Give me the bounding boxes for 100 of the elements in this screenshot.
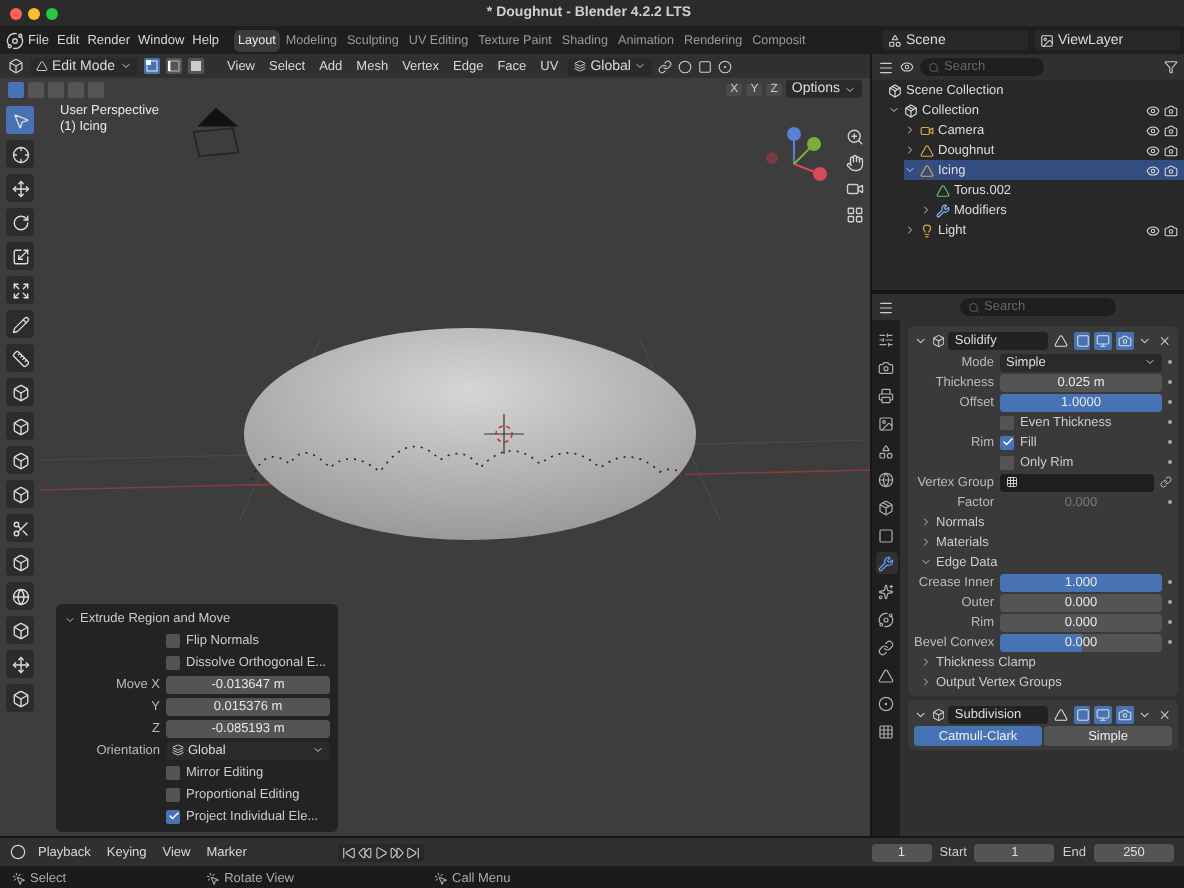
camera-icon[interactable] xyxy=(1164,123,1178,137)
chevron-down-icon[interactable] xyxy=(914,707,928,721)
link-icon[interactable] xyxy=(658,59,673,73)
chevron-down-icon[interactable] xyxy=(888,104,900,116)
tool-button[interactable] xyxy=(6,174,34,202)
circle-dot-icon[interactable] xyxy=(718,59,733,73)
grid-icon[interactable] xyxy=(846,206,864,224)
rewind-icon[interactable] xyxy=(358,845,373,859)
tool-button[interactable] xyxy=(6,208,34,236)
tool-button[interactable] xyxy=(6,684,34,712)
eye-icon[interactable] xyxy=(1146,223,1160,237)
eye-icon[interactable] xyxy=(1146,123,1160,137)
tool-button[interactable] xyxy=(6,344,34,372)
close-button[interactable] xyxy=(10,7,22,19)
tool-button[interactable] xyxy=(6,412,34,440)
properties-tab[interactable] xyxy=(875,608,897,630)
properties-tab[interactable] xyxy=(875,328,897,350)
close-icon[interactable] xyxy=(1158,333,1173,347)
eye-icon[interactable] xyxy=(900,60,914,74)
checkbox[interactable] xyxy=(1000,415,1014,429)
play-icon[interactable] xyxy=(374,845,389,859)
properties-tab[interactable] xyxy=(875,692,897,714)
select-mode-button[interactable] xyxy=(165,58,182,74)
camera-icon[interactable] xyxy=(1164,223,1178,237)
properties-tab[interactable] xyxy=(875,636,897,658)
skip-back-icon[interactable] xyxy=(342,845,357,859)
minimize-button[interactable] xyxy=(28,7,40,19)
checkbox[interactable] xyxy=(1000,455,1014,469)
properties-tab[interactable] xyxy=(875,524,897,546)
properties-tab[interactable] xyxy=(875,412,897,434)
properties-tab[interactable] xyxy=(875,496,897,518)
tool-button[interactable] xyxy=(6,140,34,168)
tool-button[interactable] xyxy=(6,378,34,406)
tool-button[interactable] xyxy=(6,582,34,610)
chevron-down-icon[interactable] xyxy=(914,333,928,347)
properties-tab[interactable] xyxy=(875,664,897,686)
eye-icon[interactable] xyxy=(1146,143,1160,157)
video-camera-icon[interactable] xyxy=(846,180,864,198)
triangle-icon xyxy=(1054,333,1069,347)
eye-icon[interactable] xyxy=(1146,163,1160,177)
chevron-right-icon[interactable] xyxy=(904,224,916,236)
properties-tab[interactable] xyxy=(875,720,897,742)
checkbox[interactable] xyxy=(166,787,180,801)
filter-icon[interactable] xyxy=(1164,60,1178,74)
checkbox[interactable] xyxy=(166,655,180,669)
chevron-down-icon[interactable] xyxy=(904,164,916,176)
properties-tab[interactable] xyxy=(875,356,897,378)
menu-icon[interactable] xyxy=(878,299,894,315)
hand-icon[interactable] xyxy=(846,154,864,172)
tool-button[interactable] xyxy=(6,480,34,508)
link-icon[interactable] xyxy=(1160,476,1172,488)
fast-forward-icon[interactable] xyxy=(390,845,405,859)
tool-button[interactable] xyxy=(6,310,34,338)
eye-icon[interactable] xyxy=(1146,103,1160,117)
tool-button[interactable] xyxy=(6,616,34,644)
skip-forward-icon[interactable] xyxy=(406,845,421,859)
properties-tab[interactable] xyxy=(875,552,897,574)
tool-button[interactable] xyxy=(6,548,34,576)
toggle-button[interactable] xyxy=(1094,705,1113,723)
properties-tab[interactable] xyxy=(875,384,897,406)
search-icon xyxy=(928,61,940,73)
toggle-button[interactable] xyxy=(1094,331,1113,349)
toggle-button[interactable] xyxy=(1052,705,1070,723)
logo-icon[interactable] xyxy=(6,31,24,49)
chevron-right-icon[interactable] xyxy=(904,124,916,136)
circle-icon[interactable] xyxy=(678,59,693,73)
checkbox[interactable] xyxy=(166,809,180,823)
zoom-icon[interactable] xyxy=(846,128,864,146)
square-icon[interactable] xyxy=(698,59,713,73)
properties-tab[interactable] xyxy=(875,580,897,602)
tool-button[interactable] xyxy=(6,446,34,474)
chevron-right-icon[interactable] xyxy=(904,144,916,156)
tool-button[interactable] xyxy=(6,650,34,678)
crosshair-icon xyxy=(11,145,29,163)
tool-button[interactable] xyxy=(6,242,34,270)
cube-icon[interactable] xyxy=(8,58,24,74)
chevron-down-icon[interactable] xyxy=(1137,707,1151,721)
toggle-button[interactable] xyxy=(1116,705,1134,723)
camera-icon[interactable] xyxy=(1164,163,1178,177)
toggle-button[interactable] xyxy=(1116,331,1134,349)
close-icon[interactable] xyxy=(1158,707,1173,721)
tool-button[interactable] xyxy=(6,514,34,542)
properties-tab[interactable] xyxy=(875,468,897,490)
select-mode-button[interactable] xyxy=(187,58,204,74)
camera-icon[interactable] xyxy=(1164,143,1178,157)
checkbox[interactable] xyxy=(1000,435,1014,449)
zoom-button[interactable] xyxy=(46,7,58,19)
properties-tab[interactable] xyxy=(875,440,897,462)
checkbox[interactable] xyxy=(166,633,180,647)
circle-icon[interactable] xyxy=(10,844,26,860)
vertex-group-field[interactable] xyxy=(1000,473,1154,491)
toggle-button[interactable] xyxy=(1073,331,1091,349)
checkbox[interactable] xyxy=(166,765,180,779)
mouse-icon xyxy=(12,871,26,885)
toggle-button[interactable] xyxy=(1052,331,1070,349)
chevron-right-icon[interactable] xyxy=(920,204,932,216)
menu-icon[interactable] xyxy=(878,59,894,75)
camera-icon[interactable] xyxy=(1164,103,1178,117)
tool-button[interactable] xyxy=(6,276,34,304)
toggle-button[interactable] xyxy=(1073,705,1091,723)
